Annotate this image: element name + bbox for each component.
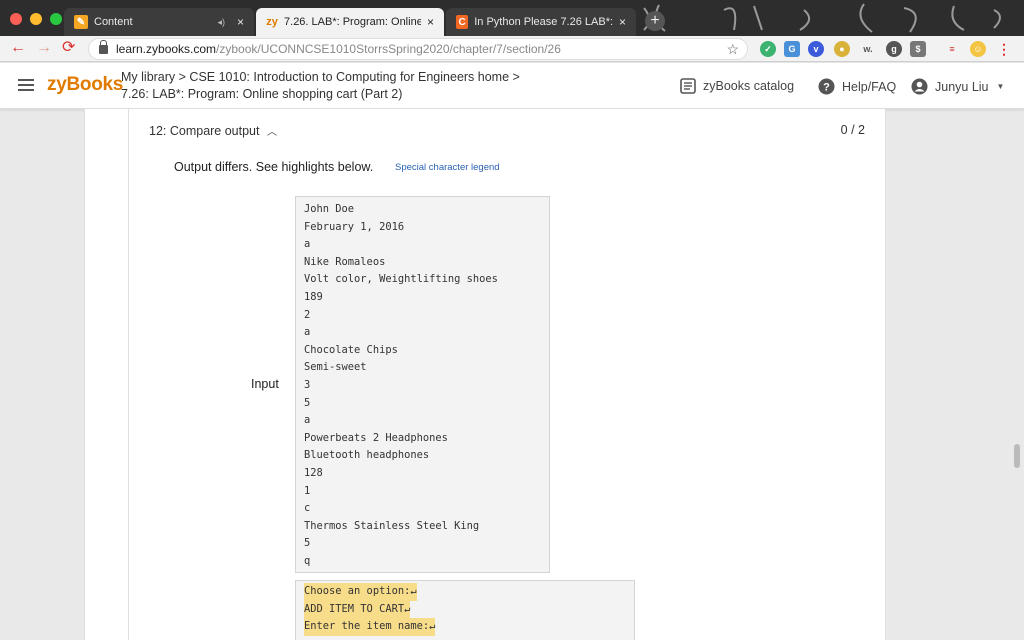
close-tab-icon[interactable]: ×: [231, 15, 244, 29]
browser-toolbar: ← → ⟳ learn.zybooks.com/zybook/UCONNCSE1…: [0, 36, 1024, 62]
new-tab-button[interactable]: +: [645, 11, 665, 31]
input-line: 5: [304, 396, 311, 409]
input-line: a: [304, 326, 311, 339]
input-line: Volt color, Weightlifting shoes: [304, 273, 498, 286]
input-line: a: [304, 238, 311, 251]
close-tab-icon[interactable]: ×: [613, 15, 626, 29]
page-scrollbar-thumb[interactable]: [1014, 444, 1020, 468]
reload-icon[interactable]: ⟳: [62, 40, 75, 56]
input-line: Powerbeats 2 Headphones: [304, 431, 448, 444]
tab-title: 7.26. LAB*: Program: Online sho: [284, 16, 421, 28]
extension-circle-icon[interactable]: ●: [834, 41, 850, 57]
input-line: Thermos Stainless Steel King: [304, 519, 480, 532]
back-arrow-icon[interactable]: ←: [10, 40, 26, 56]
input-line: Nike Romaleos: [304, 255, 386, 268]
extension-ghost-icon[interactable]: g: [886, 41, 902, 57]
test-title-text: 12: Compare output: [149, 124, 260, 138]
output-box: Choose an option:↵ ADD ITEM TO CART↵ Ent…: [295, 580, 635, 640]
input-line: 5: [304, 537, 311, 550]
background-calligraphy-decoration: [643, 3, 1001, 33]
forward-arrow-icon[interactable]: →: [36, 40, 52, 56]
breadcrumb-current-section: 7.26: LAB*: Program: Online shopping car…: [121, 87, 403, 101]
input-line: Semi-sweet: [304, 361, 367, 374]
browser-tab-strip: ✎ Content ◂) × zy 7.26. LAB*: Program: O…: [0, 0, 1024, 36]
address-bar[interactable]: learn.zybooks.com/zybook/UCONNCSE1010Sto…: [88, 38, 748, 60]
output-line-highlighted: ADD ITEM TO CART↵: [304, 600, 411, 619]
url-path: /zybook/UCONNCSE1010StorrsSpring2020/cha…: [216, 42, 561, 56]
close-window-button[interactable]: [10, 13, 22, 25]
speaker-icon[interactable]: ◂): [217, 17, 225, 28]
hamburger-menu-icon[interactable]: [18, 79, 34, 91]
input-line: John Doe: [304, 203, 355, 215]
chevron-up-icon[interactable]: ︿: [267, 127, 277, 138]
output-line-highlighted: Enter the item name:↵: [304, 618, 436, 636]
help-circle-icon: ?: [818, 78, 835, 95]
test-score: 0 / 2: [840, 123, 865, 137]
input-line: Bluetooth headphones: [304, 449, 430, 462]
minimize-window-button[interactable]: [30, 13, 42, 25]
input-line: 1: [304, 484, 311, 497]
tab-content[interactable]: ✎ Content ◂) ×: [64, 8, 254, 36]
zybooks-logo[interactable]: zyBooks: [47, 74, 123, 96]
chevron-down-icon: ▼: [996, 82, 1005, 91]
user-menu[interactable]: Junyu Liu ▼: [911, 78, 1004, 95]
lock-icon: [99, 39, 108, 54]
input-line: 2: [304, 308, 311, 321]
close-tab-icon[interactable]: ×: [421, 15, 434, 29]
input-line: 128: [304, 466, 323, 479]
pencil-icon: ✎: [74, 15, 88, 29]
breadcrumb-path[interactable]: My library > CSE 1010: Introduction to C…: [121, 69, 520, 86]
window-controls: [10, 13, 62, 25]
input-line: a: [304, 414, 311, 427]
input-line: February 1, 2016: [304, 220, 405, 233]
zybooks-favicon-icon: zy: [266, 16, 278, 28]
book-list-icon: [680, 78, 696, 94]
tab-title: Content: [94, 16, 133, 28]
output-line-highlighted: Choose an option:↵: [304, 583, 417, 601]
url-host: learn.zybooks.com: [116, 42, 217, 56]
input-line: 3: [304, 378, 311, 391]
diff-message: Output differs. See highlights below.: [174, 160, 374, 174]
extension-list-icon[interactable]: ≡: [944, 41, 960, 57]
extension-face-icon[interactable]: ☺: [970, 41, 986, 57]
help-label: Help/FAQ: [842, 79, 897, 94]
zybooks-catalog-link[interactable]: zyBooks catalog: [680, 78, 794, 94]
input-line: Chocolate Chips: [304, 343, 398, 356]
special-character-legend-link[interactable]: Special character legend: [395, 162, 500, 173]
user-name: Junyu Liu: [935, 79, 989, 94]
extension-dollar-icon[interactable]: $: [910, 41, 926, 57]
svg-text:?: ?: [823, 82, 830, 94]
input-line: q: [304, 554, 311, 567]
chegg-favicon-icon: C: [456, 15, 469, 29]
input-box: John Doe February 1, 2016 a Nike Romaleo…: [295, 196, 550, 573]
extension-translate-icon[interactable]: G: [784, 41, 800, 57]
tab-title: In Python Please 7.26 LAB*: Pro: [474, 16, 613, 28]
zybooks-header: zyBooks My library > CSE 1010: Introduct…: [0, 63, 1024, 109]
breadcrumb: My library > CSE 1010: Introduction to C…: [121, 69, 520, 103]
tab-zybooks-lab[interactable]: zy 7.26. LAB*: Program: Online sho ×: [256, 8, 444, 36]
extension-w-icon[interactable]: w.: [860, 41, 876, 57]
bookmark-star-icon[interactable]: ☆: [726, 41, 739, 58]
browser-menu-icon[interactable]: ⋮: [996, 41, 1012, 57]
user-avatar-icon: [911, 78, 928, 95]
extension-pocket-icon[interactable]: v: [808, 41, 824, 57]
input-label: Input: [251, 377, 279, 391]
tab-chegg-question[interactable]: C In Python Please 7.26 LAB*: Pro ×: [446, 8, 636, 36]
maximize-window-button[interactable]: [50, 13, 62, 25]
left-gutter: [84, 109, 128, 640]
test-result-card: 12: Compare output ︿ 0 / 2 Output differ…: [128, 109, 886, 640]
input-line: c: [304, 502, 311, 515]
test-title[interactable]: 12: Compare output ︿: [149, 123, 277, 138]
extension-check-icon[interactable]: ✓: [760, 41, 776, 57]
input-line: 189: [304, 290, 323, 303]
help-faq-link[interactable]: ? Help/FAQ: [818, 78, 896, 95]
catalog-label: zyBooks catalog: [703, 79, 795, 93]
